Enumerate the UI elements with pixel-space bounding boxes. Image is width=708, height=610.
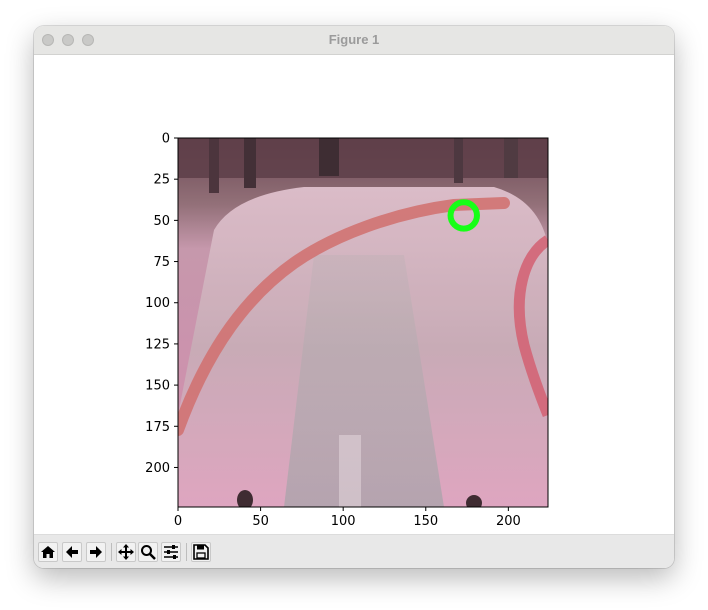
- magnifier-icon: [141, 545, 156, 560]
- save-button[interactable]: [191, 542, 211, 562]
- figure-window: Figure 1 0 50 100 150 200 0 25 50 75 100…: [34, 26, 674, 568]
- toolbar-separator: [186, 543, 187, 561]
- back-button[interactable]: [62, 542, 82, 562]
- window-title: Figure 1: [328, 32, 380, 47]
- y-tick-label: 100: [145, 296, 170, 311]
- home-icon: [41, 546, 55, 558]
- y-tick-label: 0: [162, 132, 170, 147]
- y-tick-label: 200: [145, 461, 170, 476]
- navigation-toolbar: [34, 534, 674, 568]
- forward-button[interactable]: [86, 542, 106, 562]
- arrow-right-icon: [90, 546, 102, 558]
- x-tick-label: 0: [174, 514, 182, 529]
- toolbar-separator: [111, 543, 112, 561]
- y-axis: 0 25 50 75 100 125 150 175 200: [145, 132, 178, 476]
- y-tick-label: 150: [145, 379, 170, 394]
- floppy-disk-icon: [193, 544, 209, 560]
- sliders-icon: [164, 545, 178, 559]
- y-tick-label: 125: [145, 337, 170, 352]
- x-tick-label: 50: [252, 514, 269, 529]
- x-tick-label: 150: [413, 514, 438, 529]
- overlay-tint: [178, 138, 548, 507]
- home-button[interactable]: [38, 542, 58, 562]
- y-tick-label: 175: [145, 420, 170, 435]
- camera-image: [178, 138, 548, 507]
- y-tick-label: 50: [153, 214, 170, 229]
- title-bar: Figure 1: [34, 26, 674, 55]
- configure-subplots-button[interactable]: [161, 542, 181, 562]
- pan-button[interactable]: [116, 542, 136, 562]
- zoom-button[interactable]: [138, 542, 158, 562]
- x-tick-label: 200: [496, 514, 521, 529]
- x-tick-label: 100: [331, 514, 356, 529]
- x-axis: 0 50 100 150 200: [174, 507, 521, 529]
- y-tick-label: 25: [153, 173, 170, 188]
- move-icon: [118, 544, 134, 560]
- arrow-left-icon: [66, 546, 78, 558]
- image-plot[interactable]: 0 50 100 150 200 0 25 50 75 100 125 150 175 200: [34, 55, 674, 534]
- figure-canvas[interactable]: 0 50 100 150 200 0 25 50 75 100 125 150 175 200: [34, 55, 674, 534]
- y-tick-label: 75: [153, 255, 170, 270]
